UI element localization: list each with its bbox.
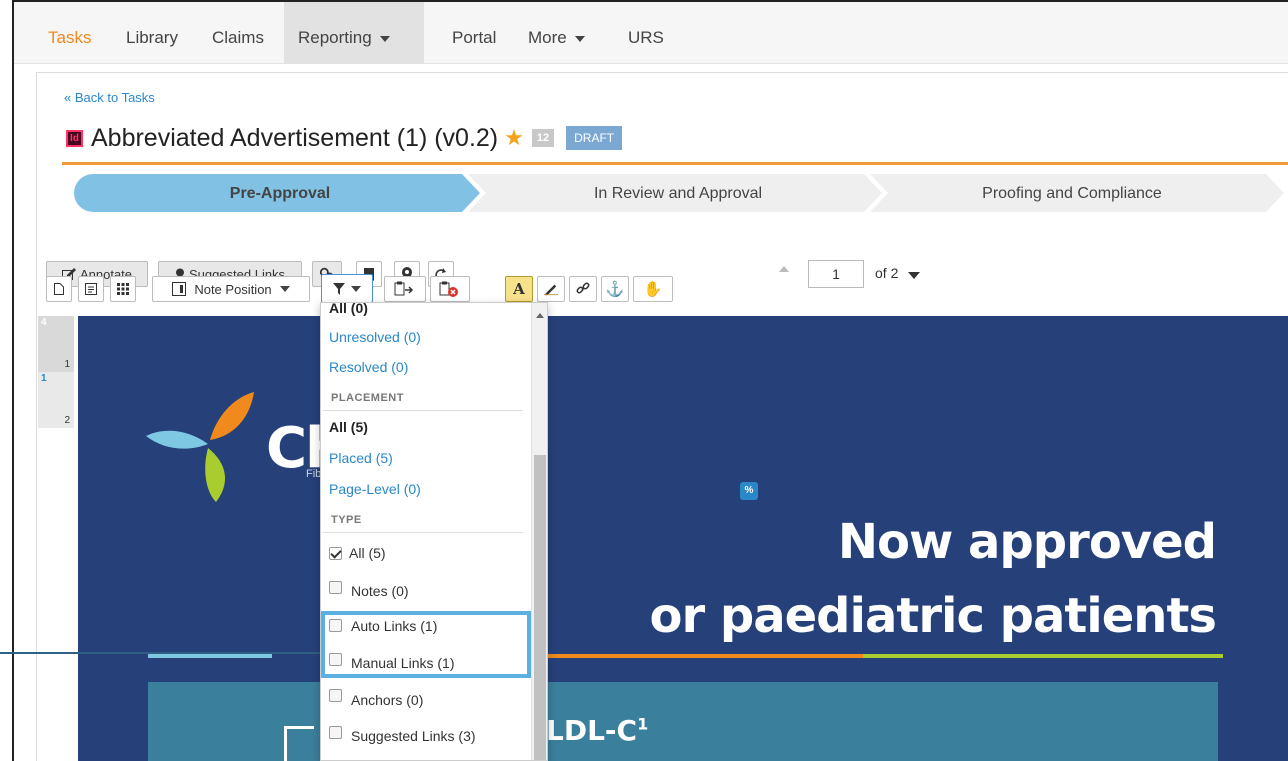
headline-line-2: or paediatric patients	[649, 588, 1217, 644]
nav-portal[interactable]: Portal	[438, 2, 510, 64]
chevron-down-icon	[379, 35, 390, 42]
top-navigation: Tasks Library Claims Reporting Portal Mo…	[14, 2, 1288, 64]
thumbnail-page-1[interactable]: 4 1	[38, 316, 74, 372]
info-panel-heading: LDL-C1	[546, 714, 648, 747]
chevron-down-icon	[351, 285, 361, 292]
filter-icon	[333, 282, 345, 295]
type-suggested-links-label: Suggested Links (3)	[351, 728, 476, 744]
menu-divider	[323, 532, 523, 533]
menu-divider	[323, 410, 523, 411]
nav-more[interactable]: More	[514, 2, 599, 64]
back-to-tasks-link[interactable]: « Back to Tasks	[64, 90, 155, 105]
scroll-up-arrow[interactable]	[536, 313, 544, 318]
filter-status-unresolved[interactable]: Unresolved (0)	[329, 329, 421, 345]
thumbnail-badge: 1	[41, 373, 47, 384]
star-icon[interactable]: ★	[504, 125, 524, 151]
anchor-icon: ⚓	[605, 281, 625, 298]
link-icon	[576, 282, 590, 294]
pencil-tool-button[interactable]	[537, 276, 565, 302]
nav-claims[interactable]: Claims	[198, 2, 278, 64]
type-anchors-checkbox[interactable]	[329, 689, 342, 702]
thumbnail-page-number: 1	[64, 359, 70, 370]
scrollbar-thumb[interactable]	[534, 455, 546, 760]
placement-heading: PLACEMENT	[331, 392, 404, 404]
indesign-file-icon: Id	[66, 129, 83, 147]
headline-line-1: Now approved	[837, 514, 1217, 570]
header-divider	[62, 162, 1288, 165]
previous-page-arrow[interactable]	[779, 266, 789, 272]
filter-dropdown-menu: All (0) Unresolved (0) Resolved (0) PLAC…	[320, 302, 548, 761]
link-marker-icon[interactable]: %	[740, 482, 758, 500]
step-in-review-label: In Review and Approval	[594, 185, 762, 202]
page-number-input[interactable]: 1	[808, 260, 864, 288]
nav-reporting[interactable]: Reporting	[284, 2, 424, 64]
note-position-label: Note Position	[194, 281, 272, 297]
nav-more-label: More	[528, 28, 567, 47]
chevron-down-icon	[574, 35, 585, 42]
anchor-tool-button[interactable]: ⚓	[601, 276, 629, 302]
type-all-label: All (5)	[349, 545, 386, 561]
document-canvas[interactable]: Ch Fib % Now approved or paediatric pati…	[78, 316, 1288, 761]
thumbnail-page-number: 2	[64, 415, 70, 426]
text-tool-button[interactable]: A	[505, 276, 533, 302]
clipboard-delete-icon	[439, 281, 458, 297]
hand-icon: ✋	[643, 281, 663, 298]
type-all-checkbox[interactable]	[329, 547, 342, 560]
filter-placement-all[interactable]: All (5)	[329, 419, 368, 435]
pan-tool-button[interactable]: ✋	[633, 276, 673, 302]
export-notes-button[interactable]	[384, 276, 426, 302]
brand-logo-mark	[146, 392, 254, 502]
info-panel-heading-text: LDL-C	[546, 714, 638, 747]
footnote-reference: 1	[637, 714, 649, 734]
type-suggested-links-checkbox[interactable]	[329, 726, 342, 739]
nav-library[interactable]: Library	[112, 2, 192, 64]
page-title-bar: Id Abbreviated Advertisement (1) (v0.2) …	[66, 120, 623, 156]
step-pre-approval-label: Pre-Approval	[230, 185, 330, 202]
clear-notes-button[interactable]	[430, 276, 470, 302]
filter-status-resolved[interactable]: Resolved (0)	[329, 359, 408, 375]
nav-urs[interactable]: URS	[614, 2, 678, 64]
grid-view-button[interactable]	[110, 276, 136, 302]
notes-icon	[85, 283, 97, 295]
accent-stripe-blue	[148, 654, 272, 658]
chevron-down-icon	[279, 286, 290, 292]
pencil-icon	[544, 284, 558, 296]
notes-view-button[interactable]	[78, 276, 104, 302]
thumbnail-badge: 4	[41, 317, 47, 328]
accent-stripe-orange	[548, 654, 863, 658]
filter-status-all[interactable]: All (0)	[329, 303, 368, 316]
dropdown-scrollbar[interactable]	[531, 303, 547, 760]
filter-placement-page-level[interactable]: Page-Level (0)	[329, 481, 421, 497]
grid-icon	[117, 283, 129, 295]
page-total: of 2	[875, 265, 899, 281]
brand-logo-subtext: Fib	[306, 468, 322, 480]
link-tool-button[interactable]	[569, 276, 597, 302]
page-thumbnails: 4 1 1 2	[38, 316, 74, 428]
nav-tasks[interactable]: Tasks	[34, 2, 105, 64]
step-proofing-label: Proofing and Compliance	[982, 185, 1162, 202]
clipboard-export-icon	[394, 281, 414, 296]
nav-reporting-label: Reporting	[298, 28, 372, 47]
chevron-down-icon[interactable]	[908, 272, 920, 279]
accent-stripe-green	[863, 654, 1223, 658]
panel-bracket	[284, 726, 314, 761]
type-notes-checkbox[interactable]	[329, 581, 342, 594]
callout-highlight-box	[321, 611, 531, 678]
page-icon	[54, 283, 64, 295]
text-tool-icon: A	[513, 280, 525, 298]
note-position-dropdown[interactable]: Note Position	[152, 276, 310, 302]
type-notes-label: Notes (0)	[351, 583, 409, 599]
page-title: Abbreviated Advertisement (1) (v0.2)	[91, 123, 499, 152]
status-badge: DRAFT	[566, 126, 623, 150]
filter-dropdown-button[interactable]	[321, 274, 373, 303]
thumbnail-page-2[interactable]: 1 2	[38, 372, 74, 428]
workflow-steps: Pre-Approval In Review and Approval Proo…	[74, 174, 1284, 212]
version-count-badge: 12	[531, 129, 555, 147]
type-anchors-label: Anchors (0)	[351, 692, 424, 708]
single-page-view-button[interactable]	[46, 276, 72, 302]
type-heading: TYPE	[331, 514, 362, 526]
callout-pointer-line	[0, 652, 330, 654]
filter-placement-placed[interactable]: Placed (5)	[329, 450, 393, 466]
note-position-icon	[172, 282, 187, 296]
